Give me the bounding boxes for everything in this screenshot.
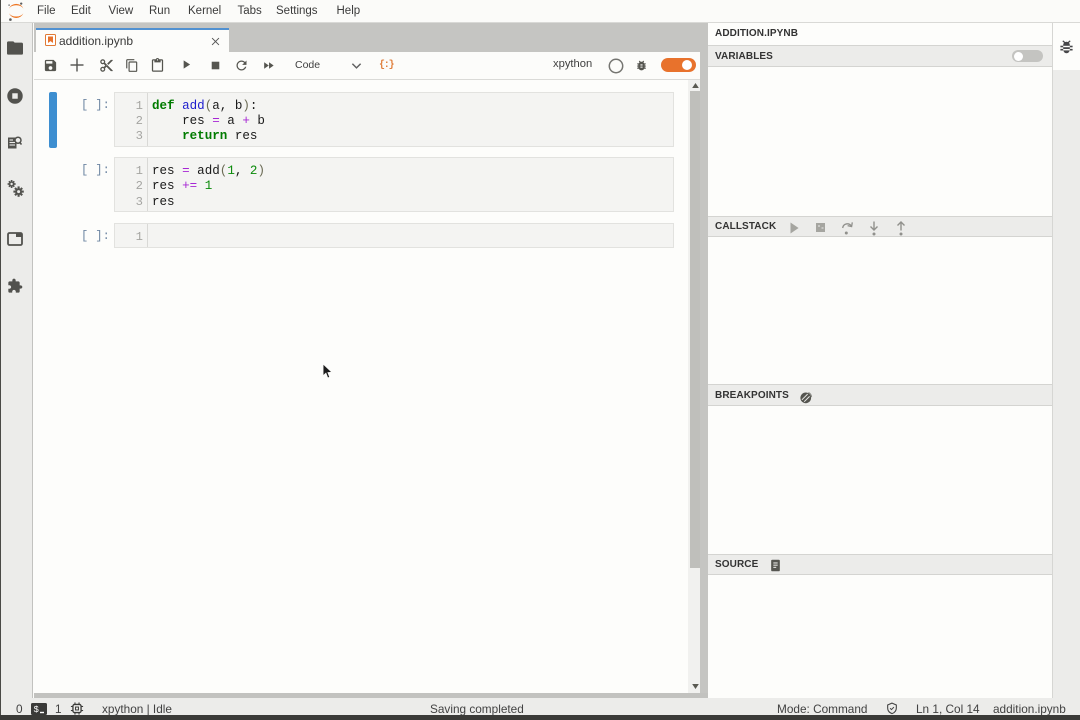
svg-text:$: $: [34, 705, 40, 715]
